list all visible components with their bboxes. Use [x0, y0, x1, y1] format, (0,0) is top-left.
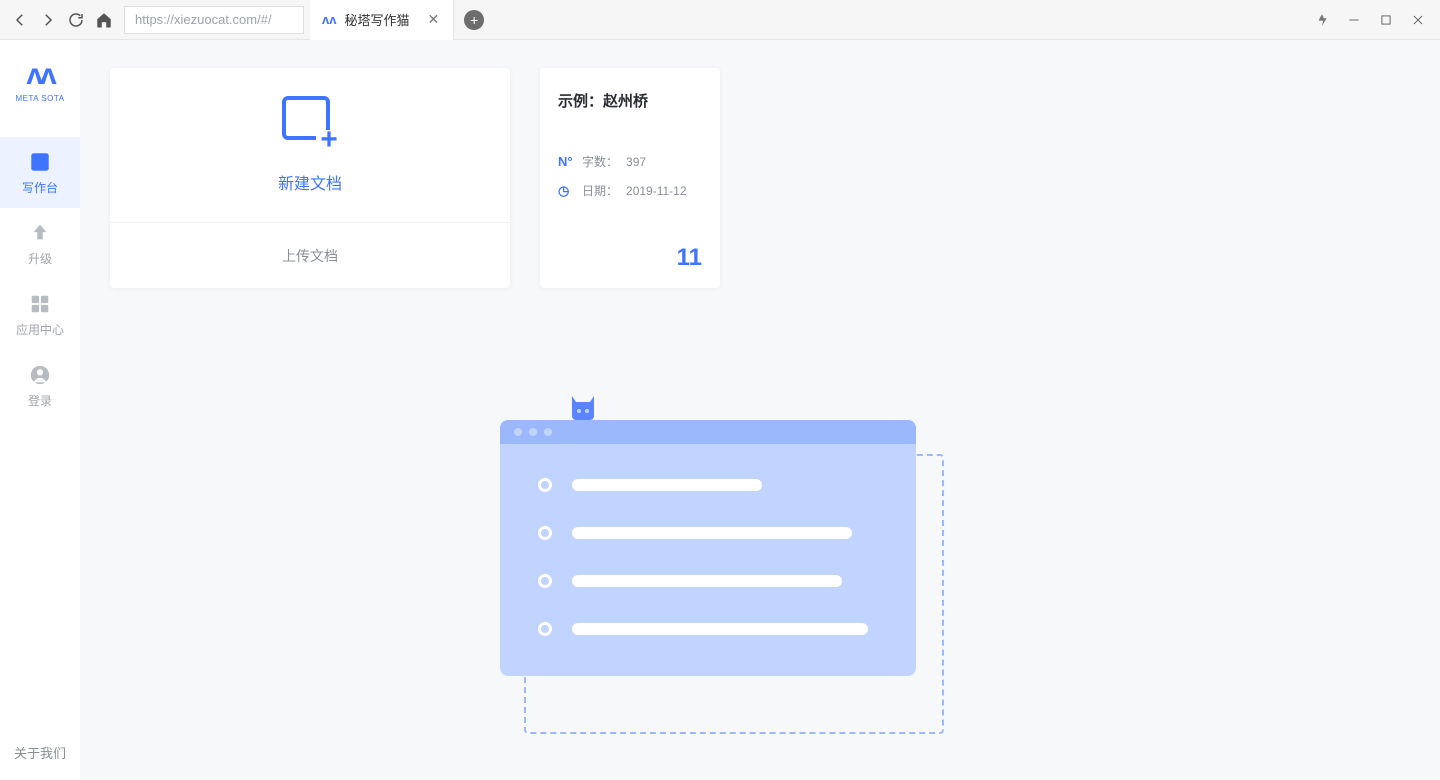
tab-close-button[interactable]: ✕ [427, 11, 439, 28]
illustration-titlebar [500, 420, 916, 444]
pin-button[interactable] [1306, 6, 1338, 34]
sidebar-item-upgrade[interactable]: 升级 [0, 208, 80, 279]
nav-home-button[interactable] [90, 6, 118, 34]
date-row: ◷ 日期： 2019-11-12 [558, 182, 702, 199]
user-icon [28, 364, 52, 386]
document-card[interactable]: 示例：赵州桥 N° 字数： 397 ◷ 日期： 2019-11-12 11 [540, 68, 720, 288]
url-input[interactable]: https://xiezuocat.com/#/ [124, 6, 304, 34]
date-label: 日期： [582, 182, 618, 199]
document-title: 示例：赵州桥 [558, 90, 702, 111]
sidebar-item-label: 升级 [28, 250, 52, 267]
word-count-value: 397 [626, 155, 646, 169]
about-label: 关于我们 [14, 746, 66, 761]
sidebar-item-label: 应用中心 [16, 321, 64, 338]
main-content: + 新建文档 上传文档 示例：赵州桥 N° 字数： 397 ◷ 日期： 2019-1… [80, 40, 1440, 780]
new-document-card: + 新建文档 上传文档 [110, 68, 510, 288]
browser-toolbar: https://xiezuocat.com/#/ ᴧᴧ 秘塔写作猫 ✕ + [0, 0, 1440, 40]
sidebar-item-writing-desk[interactable]: 写作台 [0, 137, 80, 208]
sidebar: ᴧᴧ META SOTA 写作台 升级 应用中心 登录 [0, 40, 80, 780]
apps-icon [28, 293, 52, 315]
tab-title: 秘塔写作猫 [344, 10, 409, 29]
date-value: 2019-11-12 [626, 184, 687, 198]
upload-document-label: 上传文档 [282, 246, 338, 266]
create-document-button[interactable]: + 新建文档 [110, 68, 510, 222]
nav-reload-button[interactable] [62, 6, 90, 34]
window-close-button[interactable] [1402, 6, 1434, 34]
clock-icon: ◷ [558, 183, 574, 199]
window-minimize-button[interactable] [1338, 6, 1370, 34]
new-document-icon: + [282, 96, 338, 152]
create-document-label: 新建文档 [278, 170, 342, 194]
sidebar-item-label: 写作台 [22, 179, 58, 196]
app-root: ᴧᴧ META SOTA 写作台 升级 应用中心 登录 [0, 40, 1440, 780]
logo-text: META SOTA [10, 94, 70, 103]
browser-tab[interactable]: ᴧᴧ 秘塔写作猫 ✕ [310, 0, 454, 40]
logo-mark-icon: ᴧᴧ [10, 58, 70, 92]
edit-icon [28, 151, 52, 173]
word-count-row: N° 字数： 397 [558, 153, 702, 170]
sidebar-item-label: 登录 [28, 392, 52, 409]
app-logo[interactable]: ᴧᴧ META SOTA [10, 58, 70, 103]
sidebar-about-link[interactable]: 关于我们 [14, 743, 66, 780]
word-count-icon: N° [558, 154, 574, 169]
word-count-label: 字数： [582, 153, 618, 170]
cards-row: + 新建文档 上传文档 示例：赵州桥 N° 字数： 397 ◷ 日期： 2019-1… [110, 68, 1410, 288]
new-tab-button[interactable]: + [464, 10, 484, 30]
issue-count: 11 [558, 244, 702, 272]
upload-document-button[interactable]: 上传文档 [110, 222, 510, 288]
tab-favicon-icon: ᴧᴧ [322, 12, 336, 27]
window-maximize-button[interactable] [1370, 6, 1402, 34]
sidebar-item-login[interactable]: 登录 [0, 350, 80, 421]
empty-state-illustration [500, 420, 980, 676]
upgrade-icon [28, 222, 52, 244]
nav-forward-button[interactable] [34, 6, 62, 34]
illustration-window [500, 420, 916, 676]
sidebar-item-apps[interactable]: 应用中心 [0, 279, 80, 350]
url-text: https://xiezuocat.com/#/ [135, 12, 272, 27]
nav-back-button[interactable] [6, 6, 34, 34]
